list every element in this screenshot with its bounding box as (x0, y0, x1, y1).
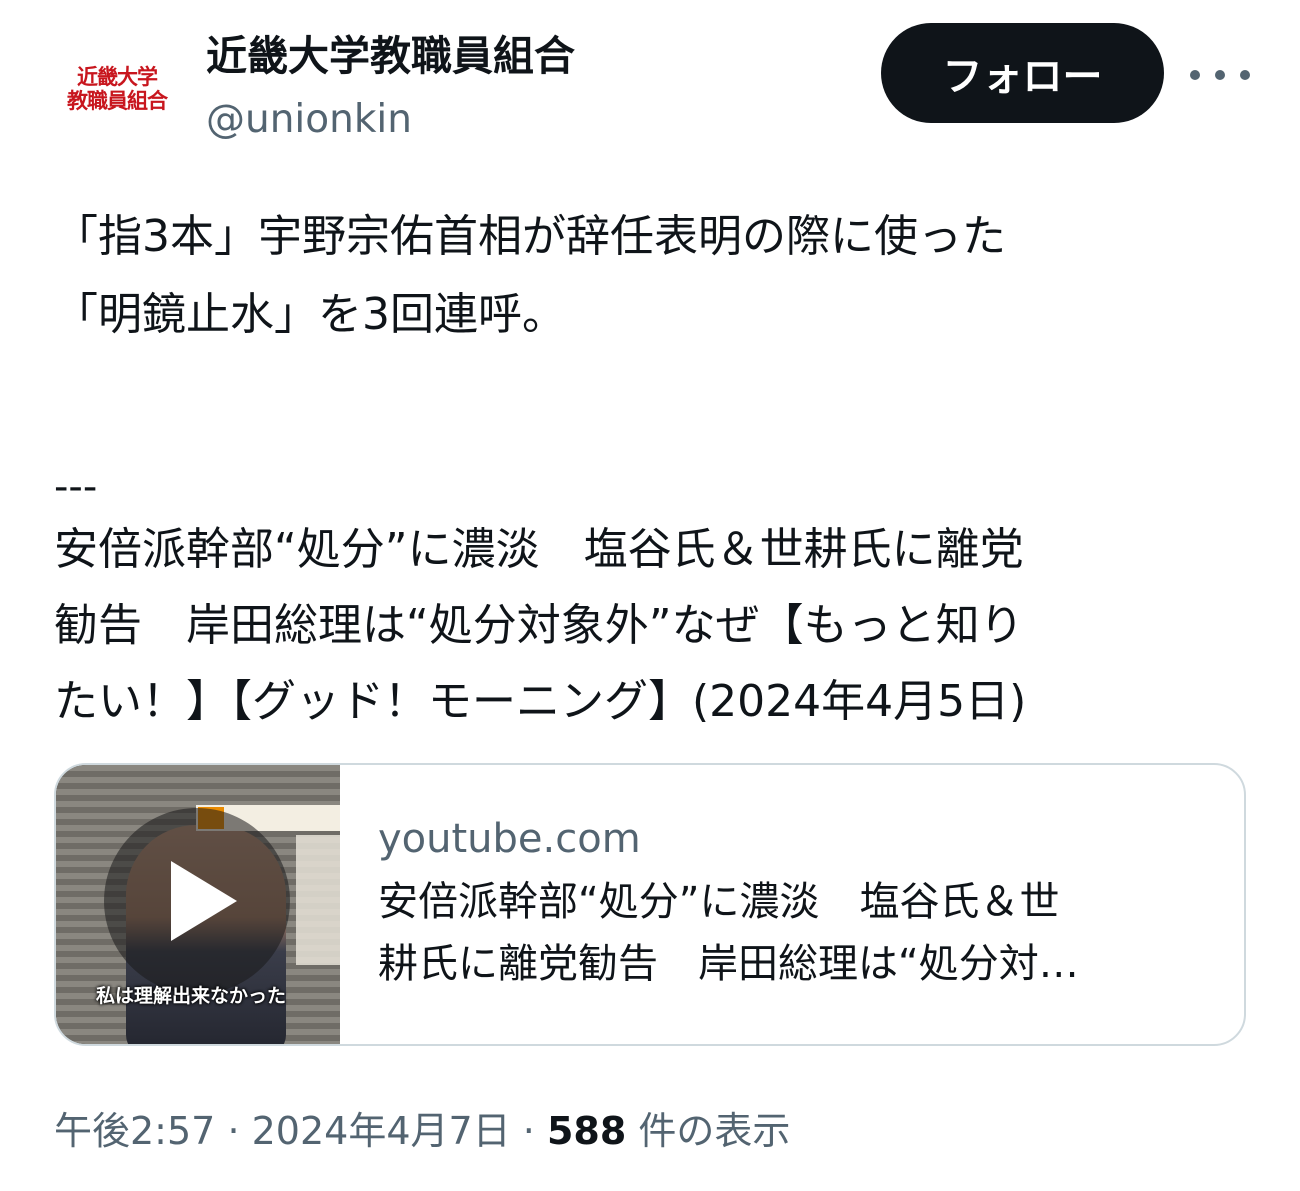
follow-button[interactable]: フォロー (881, 23, 1164, 123)
tweet-text-line: 「明鏡止水」を3回連呼。 (54, 289, 566, 340)
avatar-text-line-2: 教職員組合 (67, 88, 168, 113)
meta-separator: · (522, 1109, 535, 1153)
more-dot (1240, 70, 1250, 80)
card-title-line: 耕氏に離党勧告 岸田総理は“処分対… (378, 941, 1079, 987)
quoted-title-line: 安倍派幹部“処分”に濃淡 塩谷氏＆世耕氏に離党 (54, 524, 1024, 575)
tweet-text: 「指3本」宇野宗佑首相が辞任表明の際に使った 「明鏡止水」を3回連呼。 --- … (54, 198, 1254, 740)
card-title-line: 安倍派幹部“処分”に濃淡 塩谷氏＆世 (378, 879, 1060, 925)
quoted-title-line: 勧告 岸田総理は“処分対象外”なぜ【もっと知り (54, 600, 1024, 651)
thumbnail-side-caption (296, 835, 340, 965)
video-thumbnail[interactable]: 私は理解出来なかった (56, 765, 340, 1044)
card-domain: youtube.com (378, 816, 641, 862)
card-meta[interactable]: youtube.com 安倍派幹部“処分”に濃淡 塩谷氏＆世 耕氏に離党勧告 岸… (340, 765, 1198, 1044)
more-dot (1215, 70, 1225, 80)
quoted-title-line: たい！】【グッド！モーニング】(2024年4月5日) (54, 676, 1027, 727)
thumbnail-subtitle: 私は理解出来なかった (96, 985, 287, 1007)
avatar-text-line-1: 近畿大学 (77, 64, 158, 89)
views-label[interactable]: 件の表示 (638, 1109, 790, 1153)
tweet-meta: 午後2:57 · 2024年4月7日 · 588 件の表示 (54, 1103, 790, 1159)
tweet-text-line: 「指3本」宇野宗佑首相が辞任表明の際に使った (54, 211, 1006, 262)
play-triangle (171, 861, 237, 941)
tweet-time[interactable]: 午後2:57 (54, 1109, 215, 1153)
tweet: 近畿大学 教職員組合 近畿大学教職員組合 @unionkin フォロー 「指3本… (0, 0, 1300, 1191)
views-count[interactable]: 588 (547, 1109, 626, 1153)
link-card[interactable]: 私は理解出来なかった youtube.com 安倍派幹部“処分”に濃淡 塩谷氏＆… (54, 763, 1246, 1046)
avatar[interactable]: 近畿大学 教職員組合 (52, 34, 182, 144)
card-title: 安倍派幹部“処分”に濃淡 塩谷氏＆世 耕氏に離党勧告 岸田総理は“処分対… (378, 871, 1198, 995)
play-icon[interactable] (104, 808, 290, 994)
meta-separator: · (227, 1109, 240, 1153)
more-dot (1190, 70, 1200, 80)
more-options-icon[interactable] (1190, 60, 1250, 90)
separator: --- (54, 464, 98, 510)
user-handle[interactable]: @unionkin (206, 96, 412, 144)
display-name[interactable]: 近畿大学教職員組合 (206, 30, 575, 82)
tweet-date[interactable]: 2024年4月7日 (252, 1109, 511, 1153)
